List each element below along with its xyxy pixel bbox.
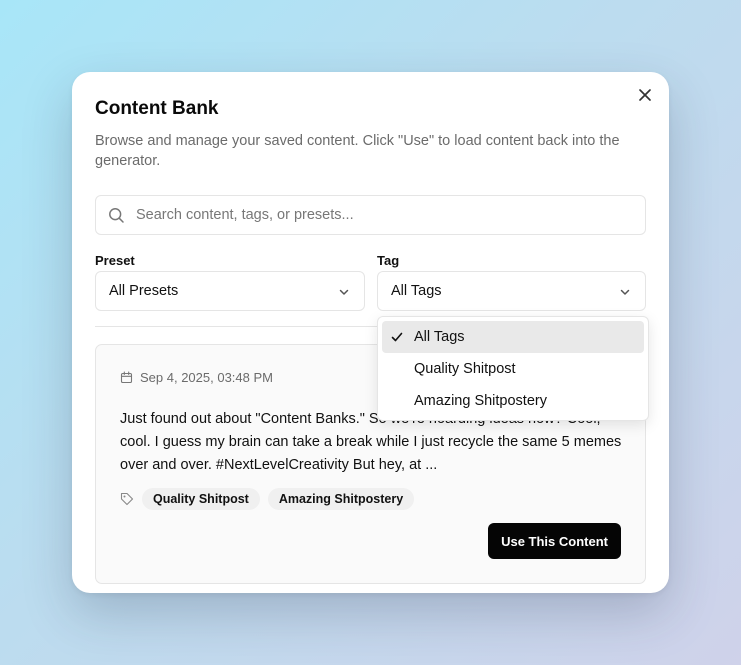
tag-select[interactable]: All Tags (377, 271, 646, 311)
dialog-description: Browse and manage your saved content. Cl… (95, 133, 620, 169)
search-box (95, 195, 646, 235)
menu-item-quality-shitpost[interactable]: Quality Shitpost (382, 353, 644, 385)
chevron-down-icon (339, 289, 349, 295)
preset-label: Preset (95, 253, 135, 268)
tag-chip: Quality Shitpost (142, 488, 260, 510)
use-content-button[interactable]: Use This Content (488, 523, 621, 559)
menu-item-label: Quality Shitpost (414, 361, 516, 377)
tag-chip: Amazing Shitpostery (267, 488, 415, 510)
preset-select-value: All Presets (109, 283, 179, 299)
close-button[interactable] (636, 86, 654, 104)
x-icon (639, 89, 651, 101)
tag-dropdown-menu: All Tags Quality Shitpost Amazing Shitpo… (377, 316, 649, 421)
menu-item-label: All Tags (414, 329, 465, 345)
content-tags: Quality Shitpost Amazing Shitpostery (120, 488, 415, 510)
check-icon (391, 332, 403, 342)
content-date: Sep 4, 2025, 03:48 PM (120, 370, 273, 385)
chevron-down-icon (620, 289, 630, 295)
tag-icon (120, 492, 134, 506)
tag-select-value: All Tags (391, 283, 442, 299)
dialog-title: Content Bank (95, 98, 219, 119)
search-input[interactable] (136, 196, 636, 234)
calendar-icon (120, 371, 133, 384)
tag-label: Tag (377, 253, 400, 268)
search-icon (109, 208, 124, 223)
content-date-text: Sep 4, 2025, 03:48 PM (140, 370, 273, 385)
menu-item-label: Amazing Shitpostery (414, 393, 547, 409)
menu-item-amazing-shitpostery[interactable]: Amazing Shitpostery (382, 385, 644, 417)
preset-select[interactable]: All Presets (95, 271, 365, 311)
menu-item-all-tags[interactable]: All Tags (382, 321, 644, 353)
